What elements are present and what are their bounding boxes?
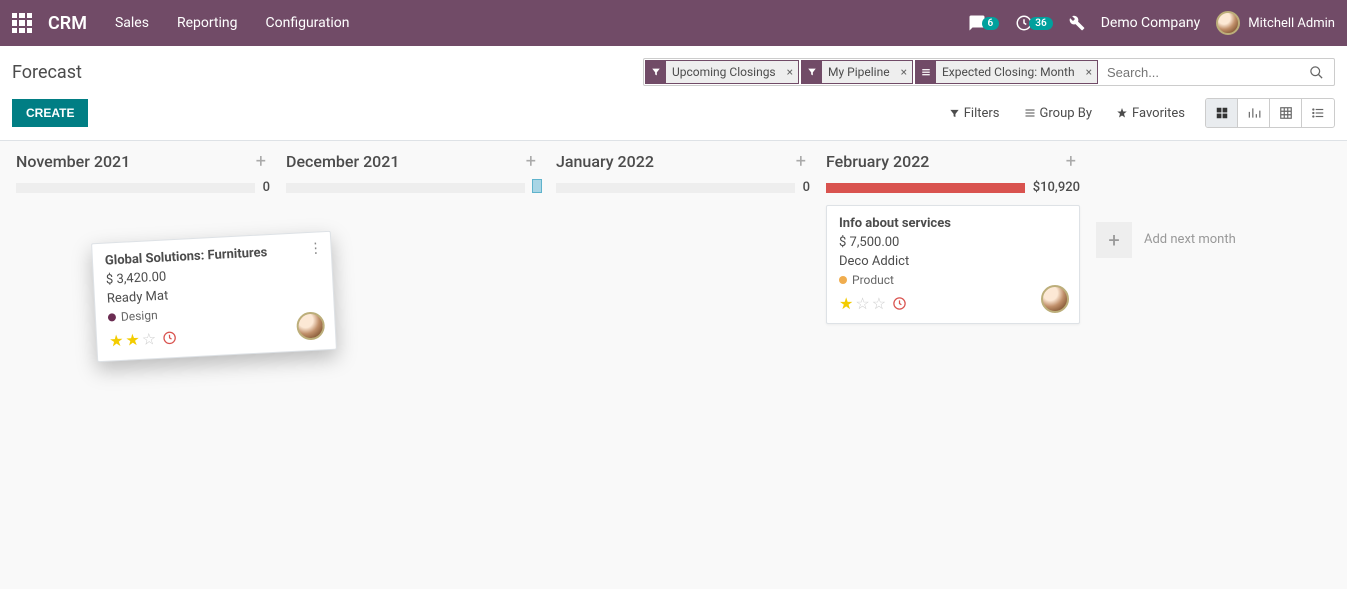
facet-remove[interactable]: × (1081, 65, 1097, 79)
apps-icon[interactable] (12, 13, 32, 33)
column-add-icon[interactable]: + (792, 151, 810, 172)
add-next-month[interactable]: + Add next month (1088, 149, 1268, 324)
column-progress[interactable] (16, 183, 255, 193)
column-add-icon[interactable]: + (1062, 151, 1080, 172)
nav-configuration[interactable]: Configuration (266, 15, 350, 31)
tag-dot-icon (108, 313, 116, 321)
list-view-icon[interactable] (1302, 99, 1334, 127)
activities-icon[interactable]: 36 (1015, 14, 1052, 32)
column-progress[interactable] (826, 183, 1025, 193)
card-customer: Deco Addict (839, 254, 1067, 269)
salesperson-avatar-icon[interactable] (1041, 285, 1069, 313)
kanban-column: January 2022 + 0 (548, 149, 818, 324)
column-add-icon[interactable]: + (252, 151, 270, 172)
column-progress[interactable] (286, 183, 525, 193)
column-title: December 2021 (286, 152, 399, 171)
column-amount: 0 (803, 180, 810, 195)
graph-view-icon[interactable] (1238, 99, 1270, 127)
kanban-card[interactable]: Info about services $ 7,500.00 Deco Addi… (826, 205, 1080, 324)
user-name: Mitchell Admin (1248, 16, 1335, 31)
filter-icon (646, 61, 666, 83)
drop-indicator (532, 179, 542, 193)
filters-button[interactable]: Filters (949, 106, 1000, 121)
filter-icon (802, 61, 822, 83)
card-title: Info about services (839, 216, 1067, 231)
nav-sales[interactable]: Sales (115, 15, 149, 31)
star-icon[interactable]: ☆ (141, 329, 156, 349)
filter-facet[interactable]: Upcoming Closings × (645, 60, 799, 84)
groupby-button[interactable]: Group By (1024, 106, 1093, 121)
star-icon[interactable]: ★ (125, 330, 140, 350)
column-title: February 2022 (826, 152, 929, 171)
messages-icon[interactable]: 6 (968, 14, 1000, 32)
page-title: Forecast (12, 62, 82, 83)
activity-overdue-icon[interactable] (892, 296, 907, 311)
pivot-view-icon[interactable] (1270, 99, 1302, 127)
activity-overdue-icon[interactable] (162, 330, 178, 346)
company-switcher[interactable]: Demo Company (1101, 15, 1201, 31)
column-progress[interactable] (556, 183, 795, 193)
debug-icon[interactable] (1069, 15, 1085, 31)
messages-badge: 6 (982, 17, 1000, 30)
nav-reporting[interactable]: Reporting (177, 15, 238, 31)
star-icon[interactable]: ☆ (872, 294, 886, 313)
card-amount: $ 7,500.00 (839, 235, 1067, 250)
activities-badge: 36 (1029, 17, 1052, 30)
user-avatar-icon (1216, 11, 1240, 35)
kanban-card[interactable]: ⋮ Global Solutions: Furnitures $ 3,420.0… (91, 231, 337, 362)
groupby-icon (916, 61, 936, 83)
column-add-icon[interactable]: + (522, 151, 540, 172)
column-amount: 0 (263, 180, 270, 195)
kanban-view-icon[interactable] (1206, 99, 1238, 127)
favorites-button[interactable]: Favorites (1116, 106, 1185, 121)
star-icon[interactable]: ★ (839, 294, 853, 313)
create-button[interactable]: CREATE (12, 99, 88, 127)
card-menu-icon[interactable]: ⋮ (308, 240, 323, 257)
kanban-column: February 2022 + $10,920 Info about servi… (818, 149, 1088, 324)
user-menu[interactable]: Mitchell Admin (1216, 11, 1335, 35)
facet-remove[interactable]: × (896, 65, 912, 79)
filter-facet[interactable]: My Pipeline × (801, 60, 913, 84)
add-next-icon[interactable]: + (1096, 222, 1132, 258)
card-tag: Design (108, 308, 158, 325)
search-input[interactable] (1099, 61, 1299, 84)
star-icon[interactable]: ★ (109, 331, 124, 351)
card-tag: Product (839, 273, 894, 287)
star-icon[interactable]: ☆ (855, 294, 869, 313)
column-title: November 2021 (16, 152, 130, 171)
tag-dot-icon (839, 276, 847, 284)
search-icon[interactable] (1299, 65, 1334, 80)
column-amount: $10,920 (1033, 180, 1080, 195)
group-facet[interactable]: Expected Closing: Month × (915, 60, 1098, 84)
facet-remove[interactable]: × (782, 65, 798, 79)
kanban-column: November 2021 + 0 ⋮ Global Solutions: Fu… (8, 149, 278, 324)
column-title: January 2022 (556, 152, 654, 171)
brand[interactable]: CRM (48, 13, 87, 34)
